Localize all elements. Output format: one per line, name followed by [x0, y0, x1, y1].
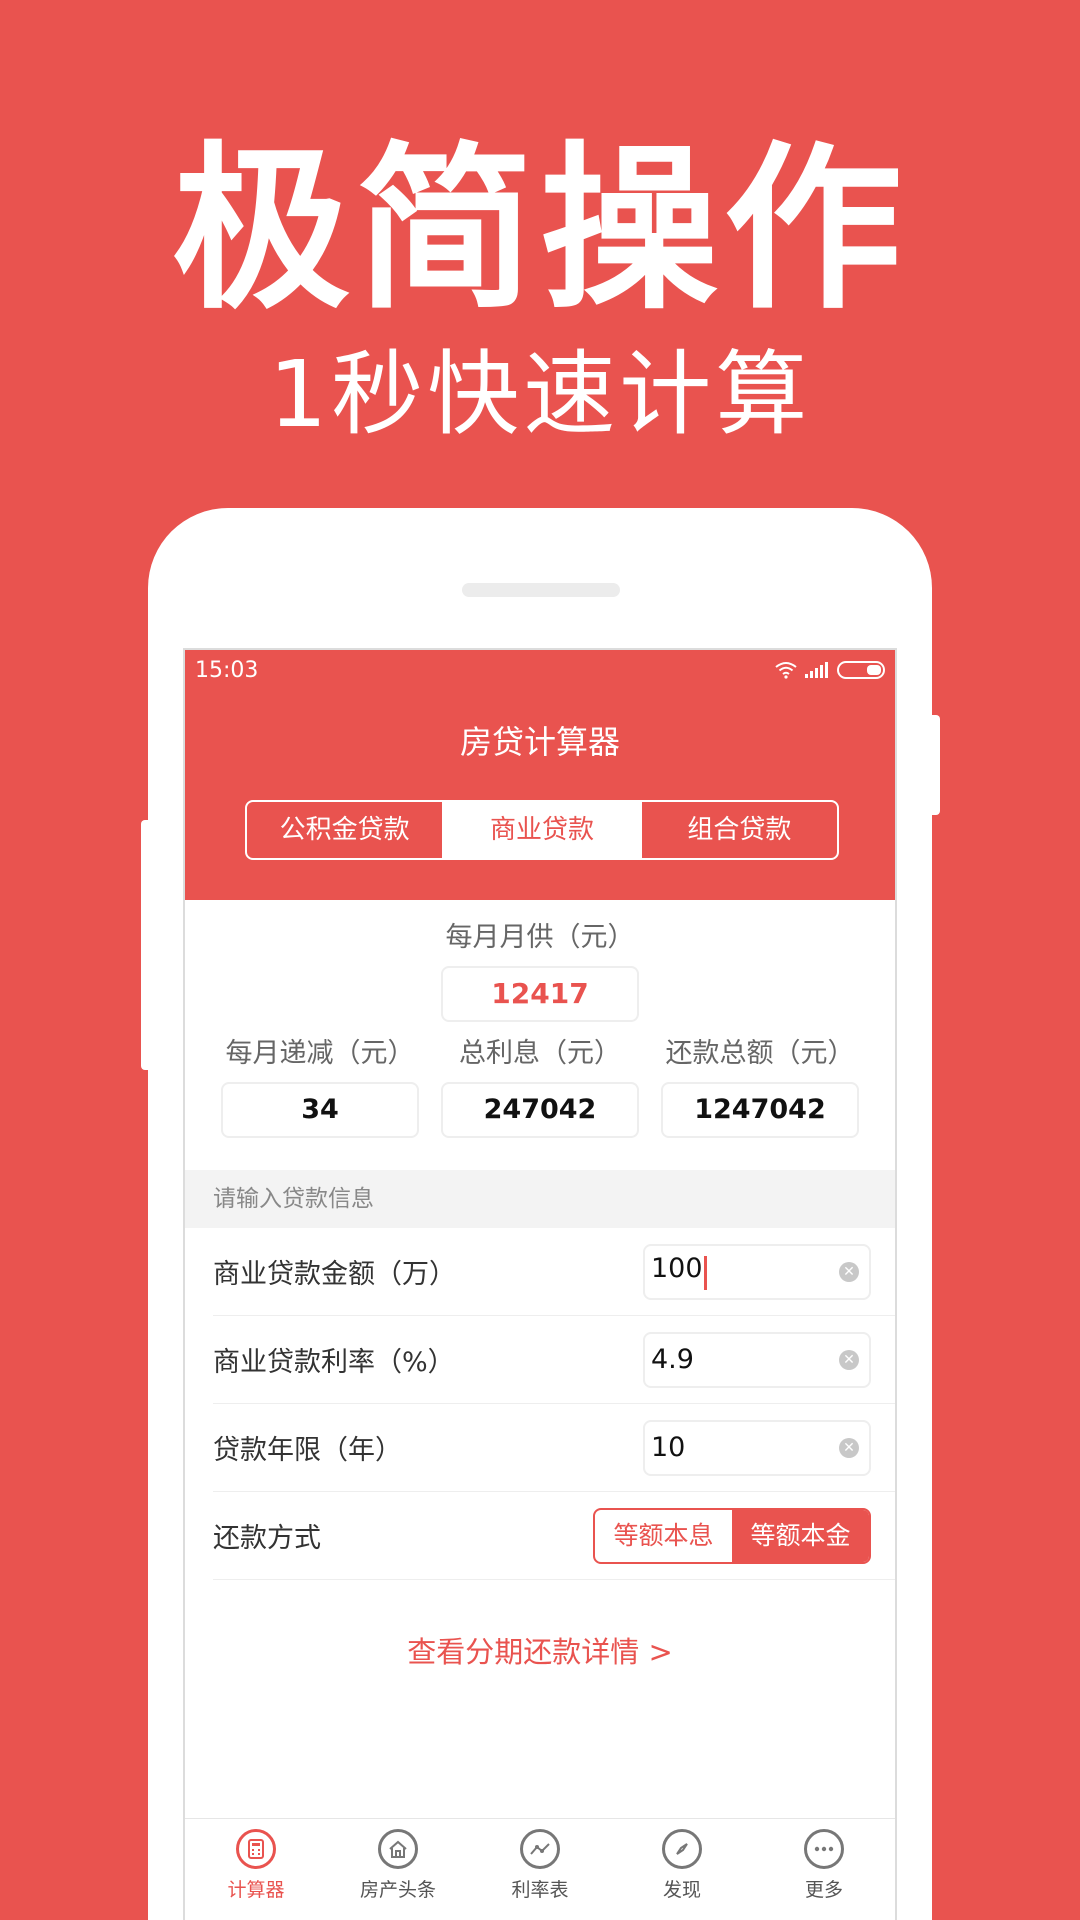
interest-rate-row: 商业贷款利率（%） 4.9 ✕ [213, 1316, 895, 1404]
form-section-header: 请输入贷款信息 [185, 1170, 895, 1228]
results-row: 每月递减（元） 34 总利息（元） 247042 还款总额（元） 1247042 [185, 1036, 895, 1138]
tab-calculator[interactable]: 计算器 [185, 1819, 327, 1920]
app-screen: 15:03 房贷计算器 公积金贷款 商业贷款 组合贷款 每月月供（元） 1241… [183, 648, 897, 1920]
battery-icon [837, 661, 885, 679]
text-cursor [703, 1255, 707, 1290]
trend-icon [520, 1829, 560, 1869]
interest-rate-value: 4.9 [651, 1344, 694, 1375]
total-interest-value: 247042 [441, 1082, 639, 1138]
house-icon [378, 1829, 418, 1869]
tab-housing-news[interactable]: 房产头条 [327, 1819, 469, 1920]
monthly-decrease: 每月递减（元） 34 [221, 1036, 419, 1138]
tab-label: 利率表 [511, 1879, 569, 1901]
total-repayment: 还款总额（元） 1247042 [661, 1036, 859, 1138]
interest-rate-label: 商业贷款利率（%） [213, 1347, 455, 1378]
loan-amount-value: 100 [651, 1253, 703, 1285]
interest-rate-input[interactable]: 4.9 ✕ [643, 1331, 871, 1388]
loan-amount-row: 商业贷款金额（万） 100 ✕ [213, 1228, 895, 1316]
repayment-method-row: 还款方式 等额本息 等额本金 [213, 1492, 895, 1580]
tab-label: 更多 [804, 1879, 843, 1901]
more-icon [804, 1829, 844, 1869]
tab-label: 计算器 [227, 1879, 285, 1901]
loan-term-row: 贷款年限（年） 10 ✕ [213, 1404, 895, 1492]
equal-principal-option[interactable]: 等额本金 [732, 1509, 869, 1562]
monthly-decrease-value: 34 [221, 1082, 419, 1138]
loan-term-input[interactable]: 10 ✕ [643, 1419, 871, 1476]
status-icons [775, 661, 885, 679]
total-repayment-value: 1247042 [661, 1082, 859, 1138]
view-installment-details-link[interactable]: 查看分期还款详情 > [185, 1632, 895, 1672]
tab-provident-fund-loan[interactable]: 公积金贷款 [247, 802, 445, 858]
monthly-payment-value: 12417 [441, 966, 639, 1022]
phone-speaker [462, 583, 620, 597]
status-bar: 15:03 [185, 650, 895, 690]
promo-subtitle: 1秒快速计算 [268, 341, 812, 448]
tab-label: 房产头条 [359, 1879, 436, 1901]
equal-installment-option[interactable]: 等额本息 [595, 1510, 732, 1562]
loan-term-label: 贷款年限（年） [213, 1435, 402, 1466]
clear-icon[interactable]: ✕ [839, 1437, 859, 1458]
total-interest: 总利息（元） 247042 [441, 1036, 639, 1138]
app-title: 房贷计算器 [459, 723, 620, 761]
monthly-decrease-label: 每月递减（元） [225, 1038, 415, 1069]
clear-icon[interactable]: ✕ [839, 1261, 859, 1282]
signal-icon [805, 662, 828, 678]
phone-power-button [932, 715, 940, 815]
tab-rate-table[interactable]: 利率表 [469, 1819, 611, 1920]
tab-more[interactable]: 更多 [753, 1819, 895, 1920]
loan-amount-label: 商业贷款金额（万） [213, 1259, 456, 1290]
tab-discover[interactable]: 发现 [611, 1819, 753, 1920]
loan-type-tabs: 公积金贷款 商业贷款 组合贷款 [245, 800, 839, 860]
loan-term-value: 10 [651, 1432, 686, 1463]
bottom-tab-bar: 计算器 房产头条 利率表 发现 更多 [185, 1818, 895, 1920]
tab-label: 发现 [662, 1879, 701, 1901]
calculator-icon [236, 1829, 276, 1869]
loan-amount-input[interactable]: 100 ✕ [643, 1243, 871, 1300]
status-time: 15:03 [195, 657, 259, 683]
compass-icon [662, 1829, 702, 1869]
total-interest-label: 总利息（元） [459, 1038, 621, 1069]
promo-title: 极简操作 [172, 126, 908, 333]
repayment-method-toggle: 等额本息 等额本金 [593, 1507, 871, 1564]
repayment-method-label: 还款方式 [213, 1523, 321, 1554]
total-repayment-label: 还款总额（元） [665, 1038, 855, 1069]
tab-combined-loan[interactable]: 组合贷款 [642, 802, 837, 858]
clear-icon[interactable]: ✕ [839, 1349, 859, 1370]
wifi-icon [775, 662, 797, 679]
monthly-payment-label: 每月月供（元） [445, 922, 635, 953]
results-panel: 每月月供（元） 12417 每月递减（元） 34 总利息（元） 247042 还… [185, 900, 895, 1170]
tab-commercial-loan[interactable]: 商业贷款 [444, 802, 642, 858]
app-header: 15:03 房贷计算器 公积金贷款 商业贷款 组合贷款 [185, 650, 895, 900]
